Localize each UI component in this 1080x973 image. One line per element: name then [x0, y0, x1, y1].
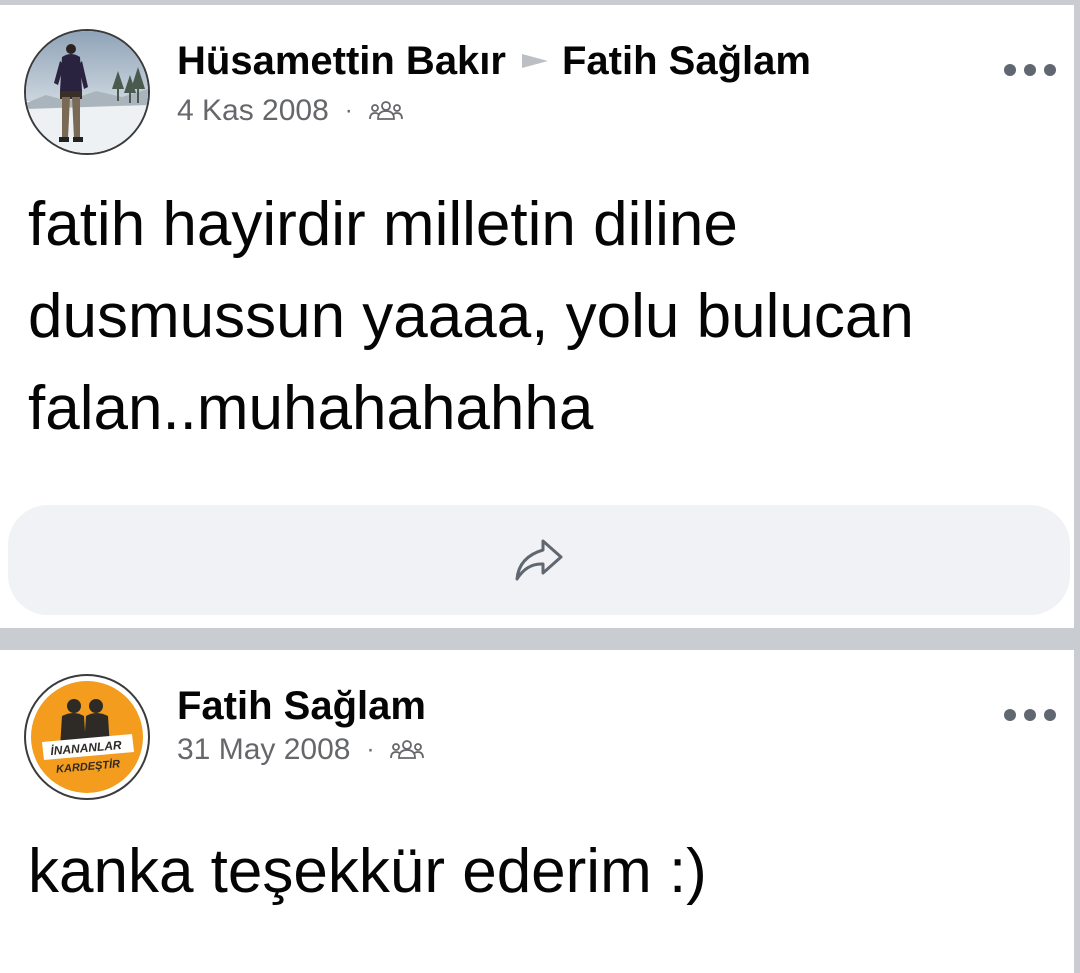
more-options-icon[interactable] [1004, 708, 1056, 722]
share-button[interactable] [8, 505, 1070, 615]
share-icon [515, 539, 563, 581]
target-name[interactable]: Fatih Sağlam [562, 39, 811, 83]
post-date[interactable]: 4 Kas 2008 [177, 93, 329, 129]
author-name[interactable]: Fatih Sağlam [177, 684, 426, 728]
post-date[interactable]: 31 May 2008 [177, 732, 350, 768]
to-arrow-icon [521, 54, 548, 69]
friends-icon [390, 740, 425, 759]
post-divider [0, 628, 1074, 650]
avatar[interactable] [24, 29, 150, 155]
post-text: kanka teşekkür ederim :) [28, 837, 707, 906]
author-name[interactable]: Hüsamettin Bakır [177, 39, 506, 83]
friends-icon [368, 101, 403, 120]
post-meta: 31 May 2008 · [177, 732, 425, 768]
post-card: Hüsamettin Bakır Fatih Sağlam 4 Kas 2008 … [0, 5, 1074, 628]
avatar-badge: İNANANLAR KARDEŞTİR [31, 681, 143, 793]
post-meta: 4 Kas 2008 · [177, 93, 403, 129]
avatar[interactable]: İNANANLAR KARDEŞTİR [24, 674, 150, 800]
post-header: Hüsamettin Bakır Fatih Sağlam [177, 37, 811, 85]
more-options-icon[interactable] [1004, 63, 1056, 77]
scrollbar-track [1074, 0, 1080, 973]
post-text: fatih hayirdir milletin diline dusmussun… [28, 190, 914, 443]
meta-separator: · [366, 736, 375, 763]
post-card: İNANANLAR KARDEŞTİR Fatih Sağlam 31 May … [0, 650, 1074, 973]
post-header: Fatih Sağlam [177, 682, 426, 730]
meta-separator: · [344, 97, 353, 124]
avatar-photo [26, 31, 148, 153]
